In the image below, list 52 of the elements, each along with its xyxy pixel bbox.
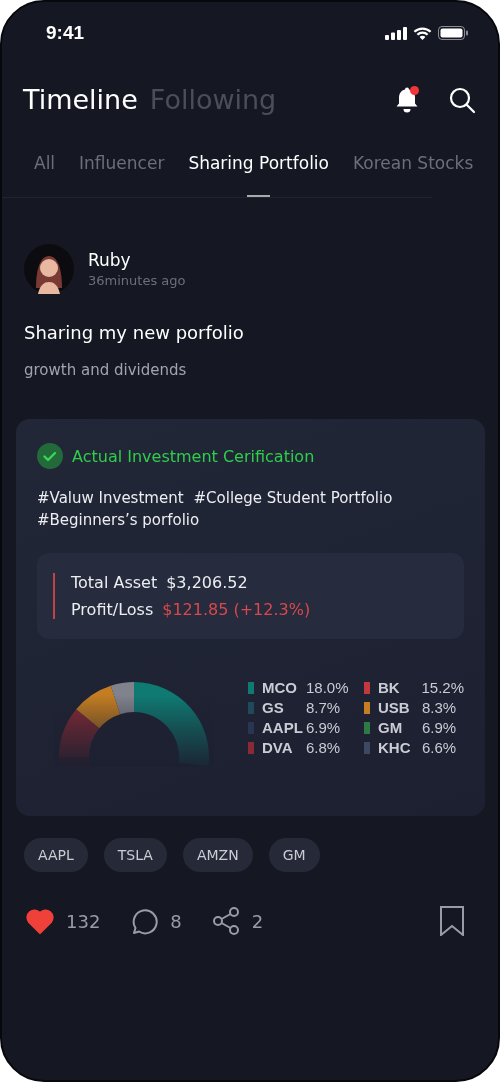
wifi-icon (413, 26, 432, 40)
legend-ticker: DVA (262, 739, 294, 756)
author-name[interactable]: Ruby (88, 250, 186, 270)
summary-value: $3,206.52 (166, 573, 248, 592)
legend-share: 6.9% (306, 719, 341, 736)
legend-share: 15.2% (421, 679, 464, 696)
battery-icon (438, 26, 468, 40)
like-count: 132 (66, 910, 101, 932)
header-tab[interactable]: Timeline (23, 84, 138, 115)
ticker-chip[interactable]: TSLA (103, 838, 167, 872)
avatar[interactable] (24, 244, 74, 294)
legend-ticker: KHC (378, 739, 412, 756)
portfolio-card[interactable] (16, 419, 485, 816)
comment-icon[interactable] (130, 907, 159, 935)
legend-ticker: GS (262, 699, 285, 716)
ticker-chip[interactable]: AAPL (24, 838, 88, 872)
share-icon[interactable] (211, 906, 240, 936)
hashtag[interactable]: #Beginners’s porfolio (37, 511, 200, 529)
legend-ticker: MCO (262, 679, 298, 696)
category-tab[interactable]: All (34, 153, 56, 197)
signal-icon (385, 26, 407, 40)
status-time: 9:41 (46, 22, 85, 44)
comment-count: 8 (170, 910, 182, 932)
summary-label: Total Asset (71, 573, 158, 592)
legend-share: 8.3% (422, 699, 457, 716)
ticker-chip[interactable]: GM (268, 838, 320, 872)
legend-share: 6.9% (422, 719, 457, 736)
category-tab[interactable]: Influencer (79, 153, 165, 197)
legend-share: 18.0% (306, 679, 349, 696)
legend-ticker: BK (377, 679, 401, 696)
hashtag[interactable]: #Valuw Investment (37, 489, 184, 507)
category-tab[interactable]: Korean Stocks (353, 153, 474, 197)
ticker-chip[interactable]: AMZN (182, 838, 253, 872)
bookmark-icon[interactable] (439, 906, 465, 936)
hashtag[interactable]: #College Student Portfolio (193, 489, 393, 507)
post-time: 36minutes ago (88, 273, 186, 288)
summary-label: Profit/Loss (71, 600, 154, 619)
legend-share: 8.7% (306, 699, 341, 716)
legend-ticker: AAPL (262, 719, 304, 736)
post-subtitle: growth and dividends (23, 360, 188, 379)
category-tab[interactable]: Sharing Portfolio (188, 153, 329, 197)
heart-icon[interactable] (26, 908, 54, 934)
legend-share: 6.6% (422, 739, 457, 756)
bell-icon[interactable] (394, 85, 420, 114)
legend-ticker: USB (378, 699, 411, 716)
legend-ticker: GM (378, 719, 404, 736)
post-title: Sharing my new porfolio (23, 321, 245, 343)
search-icon[interactable] (448, 85, 476, 114)
summary-value: $121.85 (+12.3%) (162, 600, 311, 619)
certification-label: Actual Investment Cerification (72, 446, 315, 466)
share-count: 2 (251, 910, 264, 932)
legend-share: 6.8% (306, 739, 341, 756)
